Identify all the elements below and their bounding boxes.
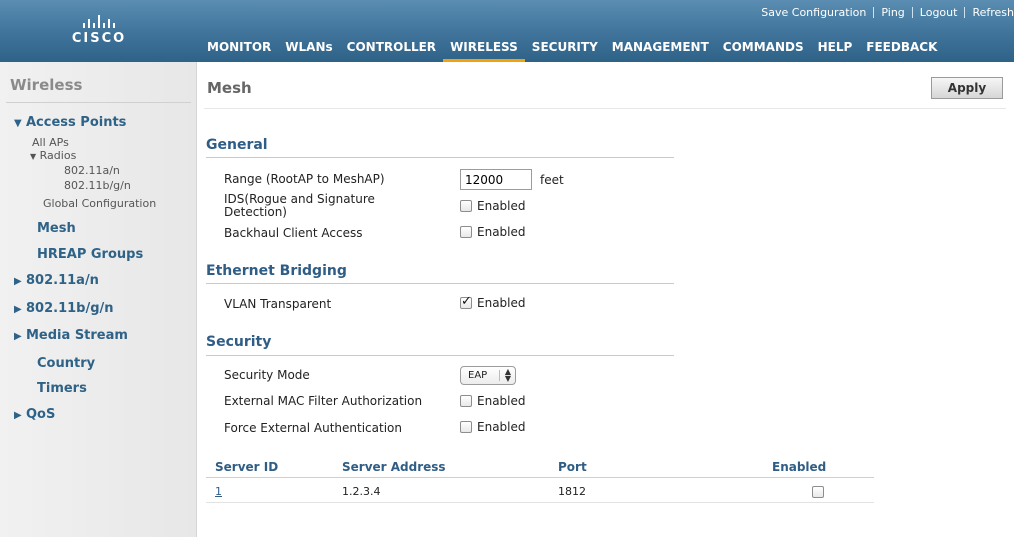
sidebar-item-radio-bg[interactable]: 802.11b/g/n [64,179,131,192]
caret-down-icon: ▼ [30,152,37,161]
sidebar-item-radios[interactable]: ▼ Radios [30,149,76,162]
sidebar-item-global-configuration[interactable]: Global Configuration [43,197,156,210]
main-nav: MONITOR WLANs CONTROLLER WIRELESS SECURI… [200,40,944,62]
caret-right-icon: ▶ [14,410,22,421]
section-divider [206,283,674,284]
sidebar-item-hreap-groups[interactable]: HREAP Groups [37,247,143,262]
section-heading-ethernet-bridging: Ethernet Bridging [206,263,347,279]
nav-wireless[interactable]: WIRELESS [443,40,525,62]
server-enabled-checkbox[interactable] [812,486,824,498]
sidebar: Wireless ▼ Access Points All APs ▼ Radios… [0,62,197,537]
top-header: CISCO Save Configuration Ping Logout Ref… [0,0,1014,62]
sidebar-item-access-points[interactable]: ▼ Access Points [14,115,126,130]
sidebar-item-mesh[interactable]: Mesh [37,221,76,236]
section-heading-security: Security [206,334,272,350]
security-mode-select[interactable]: EAP ▲ ▼ [460,366,516,385]
security-mode-value: EAP [468,370,488,381]
sidebar-divider [6,102,191,103]
checkbox-label: Enabled [477,420,526,434]
sidebar-item-80211an[interactable]: ▶ 802.11a/n [14,273,99,288]
sidebar-item-label: 802.11a/n [26,273,99,288]
backhaul-enabled-checkbox[interactable]: Enabled [460,225,526,239]
sidebar-item-label: Media Stream [26,328,128,343]
sidebar-item-80211bgn[interactable]: ▶ 802.11b/g/n [14,301,114,316]
checkbox-icon[interactable] [460,395,472,407]
checkbox-label: Enabled [477,296,526,310]
select-divider [499,370,500,381]
refresh-link[interactable]: Refresh [965,6,1014,19]
nav-controller[interactable]: CONTROLLER [340,40,443,62]
nav-feedback[interactable]: FEEDBACK [859,40,944,62]
save-configuration-link[interactable]: Save Configuration [754,6,873,19]
top-links: Save Configuration Ping Logout Refresh [754,6,1014,19]
sidebar-item-timers[interactable]: Timers [37,381,87,396]
cisco-logo: CISCO [64,14,134,54]
sidebar-item-radio-a[interactable]: 802.11a/n [64,164,120,177]
checkbox-checked-icon[interactable] [460,294,472,309]
vlan-transparent-checkbox[interactable]: Enabled [460,294,526,310]
range-input[interactable] [460,169,532,190]
external-mac-filter-label: External MAC Filter Authorization [224,394,423,408]
ids-enabled-checkbox[interactable]: Enabled [460,199,526,213]
checkbox-label: Enabled [477,199,526,213]
nav-help[interactable]: HELP [811,40,860,62]
range-label: Range (RootAP to MeshAP) [224,172,385,186]
nav-monitor[interactable]: MONITOR [200,40,278,62]
caret-right-icon: ▶ [14,331,22,342]
title-divider [204,108,1006,109]
sidebar-item-label: QoS [26,407,56,422]
select-arrows-icon: ▲ ▼ [504,367,511,383]
section-divider [206,157,674,158]
cisco-logo-bars-icon [64,14,134,28]
sidebar-item-country[interactable]: Country [37,356,95,371]
sidebar-title: Wireless [10,76,83,94]
column-header-server-id: Server ID [215,460,279,474]
sidebar-item-label: 802.11b/g/n [26,301,114,316]
server-address-cell: 1.2.3.4 [342,485,381,498]
caret-down-icon: ▼ [14,118,22,129]
sidebar-item-media-stream[interactable]: ▶ Media Stream [14,328,128,343]
external-mac-filter-checkbox[interactable]: Enabled [460,394,526,408]
ping-link[interactable]: Ping [874,6,911,19]
table-header-divider [206,477,874,478]
sidebar-item-qos[interactable]: ▶ QoS [14,407,55,422]
apply-button[interactable]: Apply [931,77,1003,99]
caret-right-icon: ▶ [14,304,22,315]
force-external-auth-label: Force External Authentication [224,421,402,435]
main-content: Mesh Apply General Range (RootAP to Mesh… [198,62,1014,537]
ids-label-line-2: Detection) [224,205,287,219]
ids-label: IDS(Rogue and Signature Detection) [224,193,375,219]
table-row-divider [206,502,874,503]
sidebar-item-label: Access Points [26,115,127,130]
column-header-port: Port [558,460,587,474]
sidebar-item-all-aps[interactable]: All APs [32,136,69,149]
page-title: Mesh [207,79,252,97]
nav-commands[interactable]: COMMANDS [716,40,811,62]
nav-management[interactable]: MANAGEMENT [605,40,716,62]
server-port-cell: 1812 [558,485,586,498]
checkbox-icon[interactable] [460,421,472,433]
checkbox-icon[interactable] [460,226,472,238]
checkbox-label: Enabled [477,225,526,239]
cisco-logo-text: CISCO [71,31,127,46]
column-header-enabled: Enabled [772,460,827,474]
security-mode-label: Security Mode [224,368,310,382]
server-id-link[interactable]: 1 [215,485,222,498]
section-heading-general: General [206,137,268,153]
range-unit: feet [540,173,564,187]
checkbox-label: Enabled [477,394,526,408]
vlan-transparent-label: VLAN Transparent [224,297,332,311]
caret-right-icon: ▶ [14,276,22,287]
sidebar-item-label: Radios [39,149,77,162]
nav-wlans[interactable]: WLANs [278,40,339,62]
backhaul-label: Backhaul Client Access [224,226,363,240]
nav-security[interactable]: SECURITY [525,40,605,62]
checkbox-icon[interactable] [460,200,472,212]
section-divider [206,355,674,356]
force-external-auth-checkbox[interactable]: Enabled [460,420,526,434]
column-header-server-address: Server Address [342,460,446,474]
logout-link[interactable]: Logout [913,6,965,19]
